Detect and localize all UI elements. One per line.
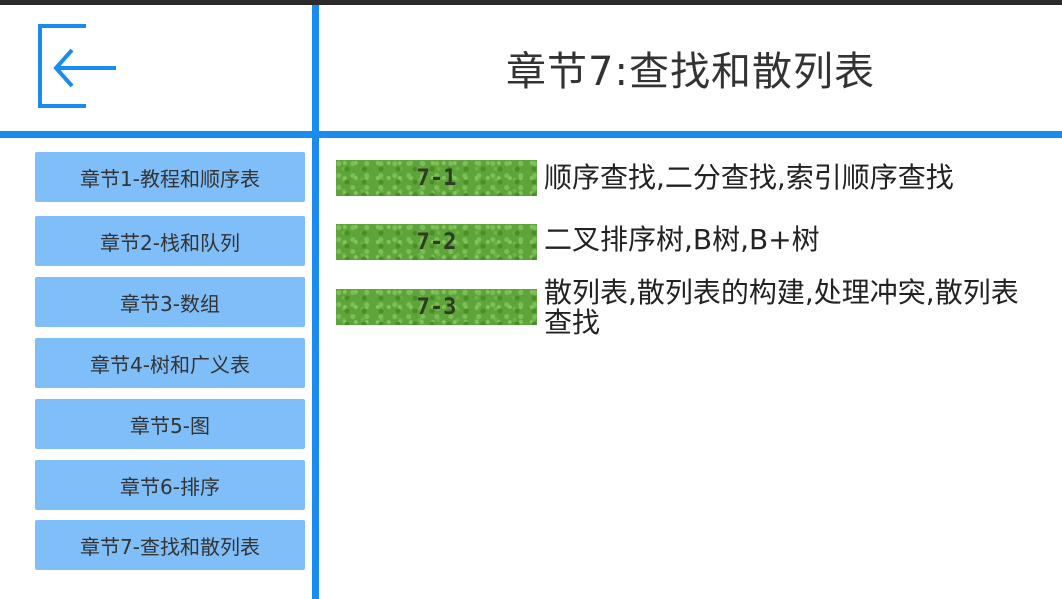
back-button[interactable] [36,22,122,110]
page-title: 章节7:查找和散列表 [506,49,875,95]
sidebar-item-chapter-6[interactable]: 章节6-排序 [35,460,305,510]
section-tag-7-3[interactable]: 7-3 [336,289,537,325]
section-tag-7-1[interactable]: 7-1 [336,160,537,196]
sidebar-item-chapter-1[interactable]: 章节1-教程和顺序表 [35,152,305,202]
sidebar-item-chapter-7[interactable]: 章节7-查找和散列表 [35,520,305,570]
section-description-7-1: 顺序查找,二分查找,索引顺序查找 [544,161,954,194]
horizontal-divider [0,131,1062,138]
sidebar: 章节1-教程和顺序表 章节2-栈和队列 章节3-数组 章节4-树和广义表 章节5… [0,138,312,599]
section-description-7-2: 二叉排序树,B树,B+树 [544,223,820,256]
sidebar-item-chapter-4[interactable]: 章节4-树和广义表 [35,338,305,388]
section-description-7-3: 散列表,散列表的构建,处理冲突,散列表查找 [544,276,1019,339]
sidebar-item-chapter-3[interactable]: 章节3-数组 [35,277,305,327]
exit-arrow-icon [38,24,116,108]
sidebar-item-chapter-5[interactable]: 章节5-图 [35,399,305,449]
section-tag-7-2[interactable]: 7-2 [336,224,537,260]
sidebar-item-chapter-2[interactable]: 章节2-栈和队列 [35,216,305,266]
vertical-divider [312,5,319,599]
